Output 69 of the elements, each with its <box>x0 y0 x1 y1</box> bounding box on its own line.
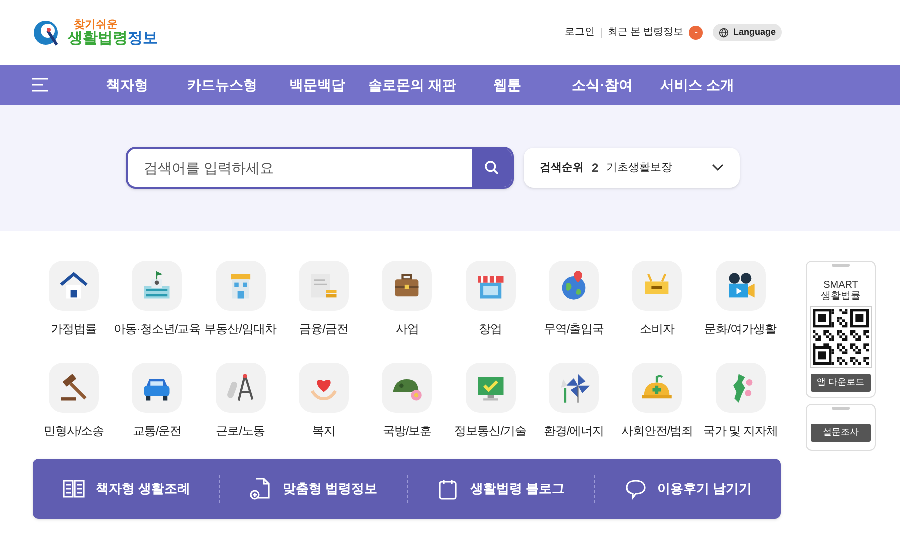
login-link[interactable]: 로그인 <box>564 25 595 40</box>
category-item[interactable]: 금융/금전 <box>283 261 365 349</box>
category-label: 사회안전/범죄 <box>621 422 694 440</box>
nav-item[interactable]: 책자형 <box>80 74 175 96</box>
chevron-down-icon <box>712 164 724 172</box>
category-label: 금융/금전 <box>300 321 348 338</box>
category-label: 사업 <box>396 321 419 338</box>
category-item[interactable]: 복지 <box>283 362 365 450</box>
language-button[interactable]: Language <box>713 24 782 42</box>
category-label: 무역/출입국 <box>544 321 604 338</box>
category-label: 국가 및 지자체 <box>703 422 778 440</box>
category-item[interactable]: 환경/에너지 <box>533 362 615 450</box>
app-title: SMART <box>824 281 858 291</box>
nav-item[interactable]: 백문백답 <box>270 74 365 96</box>
category-item[interactable]: 교통/운전 <box>116 362 198 450</box>
category-item[interactable]: 창업 <box>450 261 532 349</box>
search-input[interactable]: 검색어를 입력하세요 <box>128 158 472 178</box>
nav-item[interactable]: 솔로몬의 재판 <box>365 74 460 96</box>
search-icon <box>484 160 500 176</box>
category-label: 정보통신/기술 <box>454 422 527 440</box>
category-item[interactable]: 소비자 <box>616 261 698 349</box>
recent-count-badge: - <box>689 26 704 40</box>
search-field[interactable]: 검색어를 입력하세요 <box>126 147 514 189</box>
category-item[interactable]: 국가 및 지자체 <box>700 362 782 450</box>
logo-title: 생활법령정보 <box>68 30 158 46</box>
category-label: 환경/에너지 <box>544 422 604 440</box>
ranking-number: 2 <box>592 160 599 177</box>
globe-icon <box>719 28 730 38</box>
recent-laws-link[interactable]: 최근 본 법령정보 <box>608 25 684 40</box>
category-label: 문화/여가생활 <box>704 321 777 338</box>
category-item[interactable]: 가정법률 <box>33 261 115 349</box>
category-label: 가정법률 <box>51 321 97 338</box>
category-label: 창업 <box>479 321 502 338</box>
app-download-button[interactable]: 앱 다운로드 <box>811 374 871 392</box>
search-ranking-dropdown[interactable]: 검색순위 2 기초생활보장 <box>524 148 740 188</box>
nav-item[interactable]: 웹툰 <box>460 74 555 96</box>
category-label: 아동·청소년/교육 <box>114 321 201 338</box>
category-item[interactable]: 근로/노동 <box>200 362 282 450</box>
ranking-label: 검색순위 <box>540 160 584 176</box>
nav-item[interactable]: 카드뉴스형 <box>175 74 270 96</box>
ranking-term: 기초생활보장 <box>606 160 673 176</box>
category-item[interactable]: 정보통신/기술 <box>450 362 532 450</box>
category-label: 복지 <box>312 422 336 440</box>
quick-link[interactable]: 이용후기 남기기 <box>594 476 781 500</box>
category-item[interactable]: 국방/보훈 <box>366 362 448 450</box>
nav-item[interactable]: 서비스 소개 <box>650 74 745 96</box>
category-item[interactable]: 무역/출입국 <box>533 261 615 349</box>
qr-code <box>813 308 869 364</box>
category-item[interactable]: 부동산/임대차 <box>200 261 282 349</box>
category-item[interactable]: 문화/여가생활 <box>700 261 782 349</box>
search-button[interactable] <box>472 149 512 187</box>
category-item[interactable]: 아동·청소년/교육 <box>116 261 198 349</box>
quick-link[interactable]: 책자형 생활조례 <box>33 476 220 500</box>
nav-item[interactable]: 소식·참여 <box>555 74 650 96</box>
category-label: 부동산/임대차 <box>204 321 277 338</box>
app-subtitle: 생활법률 <box>821 291 861 304</box>
survey-button[interactable]: 설문조사 <box>811 424 871 442</box>
quick-link[interactable]: 맞춤형 법령정보 <box>220 476 406 500</box>
category-label: 교통/운전 <box>132 422 182 440</box>
category-label: 소비자 <box>640 321 675 338</box>
category-item[interactable]: 민형사/소송 <box>33 362 115 450</box>
category-label: 민형사/소송 <box>44 422 104 440</box>
category-item[interactable]: 사회안전/범죄 <box>616 362 698 450</box>
menu-icon <box>31 78 49 92</box>
category-item[interactable]: 사업 <box>366 261 448 349</box>
quick-link[interactable]: 생활법령 블로그 <box>408 476 594 500</box>
category-label: 근로/노동 <box>216 422 266 440</box>
category-label: 국방/보훈 <box>382 422 432 440</box>
logo-tagline: 찾기쉬운 <box>74 20 119 30</box>
